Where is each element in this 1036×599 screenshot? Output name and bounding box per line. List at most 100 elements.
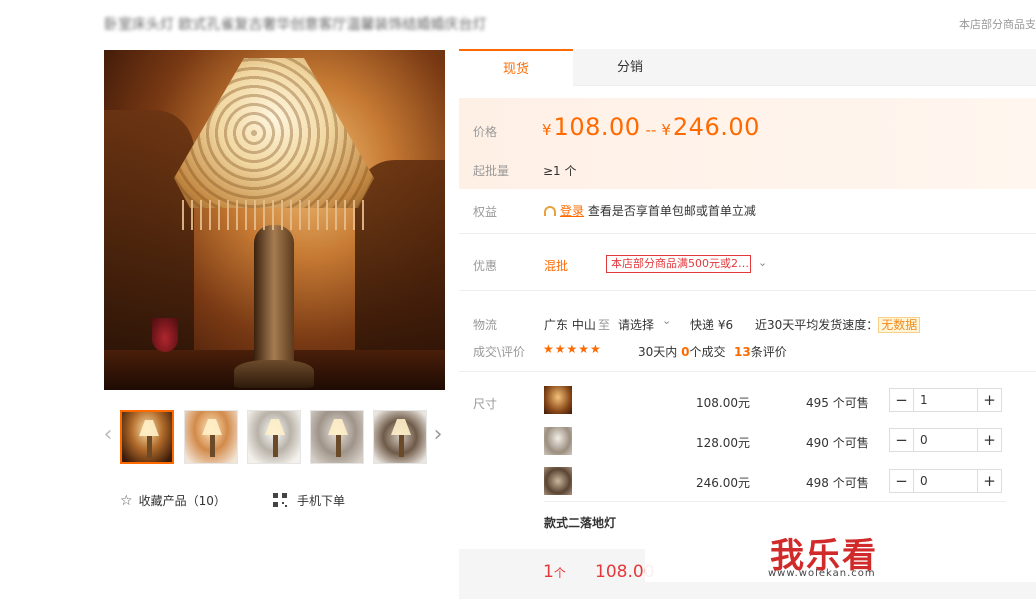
chair-right <box>355 160 445 360</box>
promo-tag: 混批 <box>544 259 569 273</box>
qr-code-icon <box>273 493 287 507</box>
thumbnail-4[interactable] <box>310 410 364 464</box>
currency-symbol: ¥ <box>661 121 671 139</box>
price-label: 价格 <box>473 125 498 139</box>
benefits-row: 登录 查看是否享首单包邮或首单立减 <box>544 202 756 219</box>
sku-thumbnail[interactable] <box>544 386 572 414</box>
sku-price: 108.00元 <box>696 396 750 410</box>
divider <box>459 290 1036 291</box>
review-suffix: 条评价 <box>750 345 787 359</box>
quantity-input[interactable]: 0 <box>920 433 928 447</box>
review-number: 13 <box>734 345 751 359</box>
benefits-label: 权益 <box>473 205 498 219</box>
divider <box>459 371 1036 372</box>
ship-speed-label: 近30天平均发货速度： <box>755 318 879 332</box>
price-min: 108.00 <box>553 113 641 141</box>
corner-note: 本店部分商品支 <box>959 18 1036 31</box>
increment-button[interactable]: + <box>977 429 1001 451</box>
review-count-link[interactable]: 13条评价 <box>734 343 787 360</box>
summary-quantity: 1个 <box>543 562 566 582</box>
price-max: 246.00 <box>672 113 760 141</box>
thumb-lamp-stem <box>273 435 278 457</box>
promo-chevron-icon[interactable]: ⌄ <box>758 256 767 269</box>
thumbnail-2[interactable] <box>184 410 238 464</box>
watermark-url: www.wolekan.com <box>768 568 876 579</box>
thumb-lamp-shade <box>139 420 159 436</box>
ship-speed-value: 无数据 <box>878 317 921 333</box>
thumb-lamp-shade <box>265 419 285 435</box>
favorite-label: 收藏产品（10） <box>138 494 226 508</box>
divider <box>459 233 1036 234</box>
login-link[interactable]: 登录 <box>560 204 584 218</box>
orders-suffix: 个成交 <box>689 345 726 359</box>
tab-distribution[interactable]: 分销 <box>573 49 687 86</box>
chair-left <box>104 110 194 360</box>
express-fee: 快递 ¥6 <box>690 318 734 332</box>
lamp-shade-pattern <box>174 58 374 208</box>
sku-thumbnail[interactable] <box>544 467 572 495</box>
favorite-button[interactable]: ☆ 收藏产品（10） <box>120 492 226 509</box>
variant-name: 款式二落地灯 <box>544 516 617 530</box>
moq-value: ≥1 个 <box>543 164 577 178</box>
product-title: 卧室床头灯 欧式孔雀复古奢华创意客厅温馨装饰结婚婚庆台灯 <box>104 17 487 33</box>
increment-button[interactable]: + <box>977 389 1001 411</box>
lamp-base <box>234 360 314 388</box>
benefits-text: 查看是否享首单包邮或首单立减 <box>587 204 756 218</box>
main-product-image[interactable] <box>104 50 445 390</box>
price-separator: -- <box>645 121 657 139</box>
headset-icon <box>544 206 556 216</box>
mobile-order-button[interactable]: 手机下单 <box>273 492 345 509</box>
thumb-next-icon[interactable]: › <box>431 420 445 450</box>
sku-thumbnail[interactable] <box>544 427 572 455</box>
to-label: 至 <box>598 318 611 332</box>
logistics-label: 物流 <box>473 318 498 332</box>
size-label: 尺寸 <box>473 397 498 411</box>
lamp-fringe <box>182 200 368 230</box>
increment-button[interactable]: + <box>977 470 1001 492</box>
decrement-button[interactable]: − <box>890 389 914 411</box>
tab-in-stock[interactable]: 现货 <box>459 49 573 86</box>
promo-label: 优惠 <box>473 259 498 273</box>
destination-chevron-icon[interactable]: ⌄ <box>662 314 671 327</box>
thumb-lamp-shade <box>202 419 222 435</box>
thumbnail-5[interactable] <box>373 410 427 464</box>
sku-price: 246.00元 <box>696 476 750 490</box>
lamp-stem <box>254 225 294 375</box>
summary-qty-unit: 个 <box>553 566 566 580</box>
order-count: 30天内 0个成交 <box>638 343 725 360</box>
promo-detail-box[interactable]: 本店部分商品满500元或2… <box>606 255 751 273</box>
sku-stock: 490 个可售 <box>806 436 869 450</box>
decrement-button[interactable]: − <box>890 470 914 492</box>
wine-glass <box>152 318 178 352</box>
currency-symbol: ¥ <box>542 121 552 139</box>
sku-stock: 495 个可售 <box>806 396 869 410</box>
quantity-input[interactable]: 1 <box>920 393 928 407</box>
origin-location: 广东 中山 <box>544 318 596 332</box>
destination-select[interactable]: 请选择 <box>618 316 654 333</box>
rating-stars: ★★★★★ <box>543 342 602 356</box>
thumbnail-3[interactable] <box>247 410 301 464</box>
thumbnail-1[interactable] <box>120 410 174 464</box>
thumb-lamp-shade <box>391 419 411 435</box>
ship-speed: 近30天平均发货速度： 无数据 <box>755 316 921 333</box>
quantity-input[interactable]: 0 <box>920 474 928 488</box>
quantity-stepper: − 1 + <box>889 388 1002 412</box>
orders-prefix: 30天内 <box>638 345 678 359</box>
thumb-lamp-stem <box>336 435 341 457</box>
sku-price: 128.00元 <box>696 436 750 450</box>
reviews-label: 成交\评价 <box>473 345 526 359</box>
thumb-lamp-shade <box>328 419 348 435</box>
thumb-lamp-stem <box>147 436 152 458</box>
thumb-lamp-stem <box>210 435 215 457</box>
moq-label: 起批量 <box>473 164 510 178</box>
quantity-stepper: − 0 + <box>889 428 1002 452</box>
quantity-stepper: − 0 + <box>889 469 1002 493</box>
star-icon: ☆ <box>120 493 133 509</box>
sku-stock: 498 个可售 <box>806 476 869 490</box>
thumb-lamp-stem <box>399 435 404 457</box>
decrement-button[interactable]: − <box>890 429 914 451</box>
tab-bar: 现货 分销 <box>459 49 1036 86</box>
divider <box>544 501 1006 502</box>
mobile-order-label: 手机下单 <box>297 494 346 508</box>
thumb-prev-icon[interactable]: ‹ <box>101 420 115 450</box>
